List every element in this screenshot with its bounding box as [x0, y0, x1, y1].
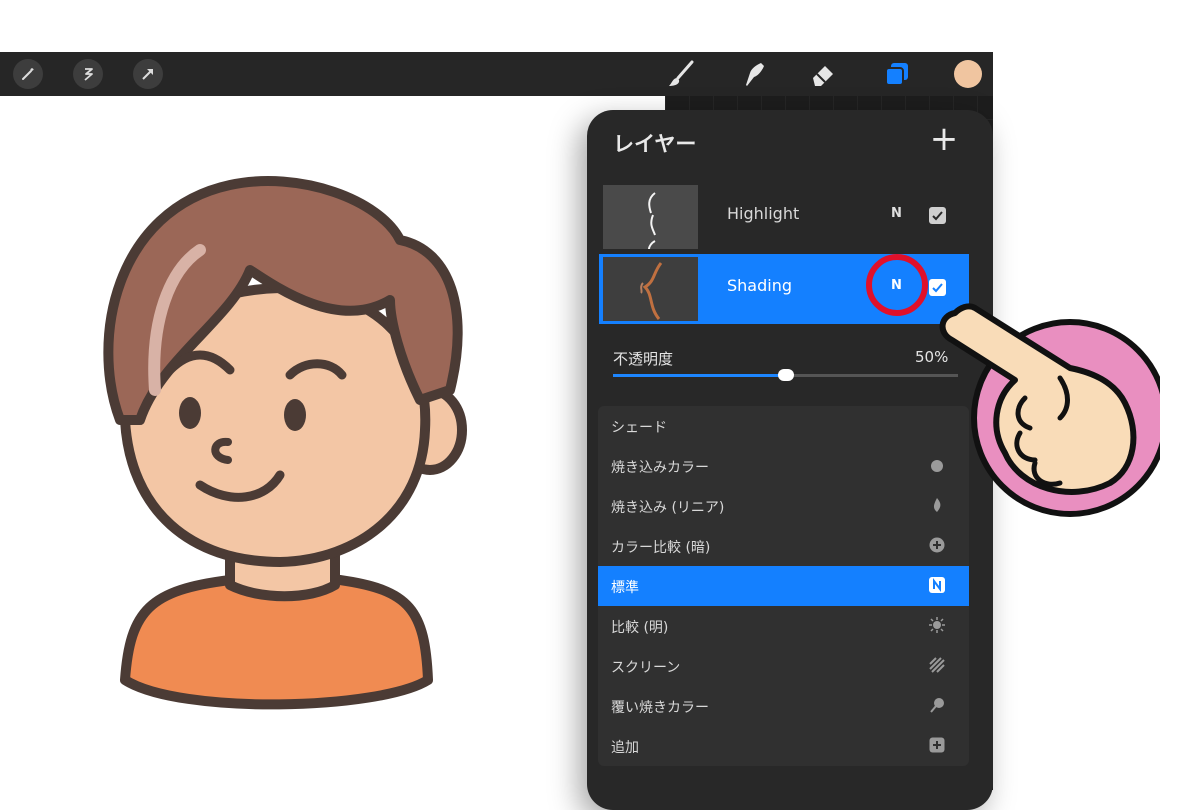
blend-mode-label: 追加 — [611, 740, 639, 756]
blend-mode-item[interactable]: 覆い焼きカラー — [598, 686, 969, 726]
panel-title: レイヤー — [613, 132, 697, 156]
plus-circle-icon — [929, 537, 945, 553]
layer-row-highlight[interactable]: Highlight N — [599, 182, 969, 252]
color-swatch-icon[interactable] — [951, 58, 985, 90]
blend-mode-label: 焼き込みカラー — [611, 460, 709, 476]
selection-icon[interactable] — [73, 59, 103, 89]
opacity-label: 不透明度 — [613, 350, 674, 368]
blend-mode-label: シェード — [611, 420, 667, 436]
blend-mode-list: シェード 焼き込みカラー 焼き込み (リニア) カラー比較 (暗) 標準 比較 … — [598, 406, 969, 766]
blend-mode-item[interactable]: 比較 (明) — [598, 606, 969, 646]
brush-icon[interactable] — [664, 58, 698, 90]
layers-icon[interactable] — [880, 58, 914, 90]
blend-mode-label: 標準 — [611, 580, 639, 596]
lollipop-icon — [930, 698, 944, 713]
plus-square-icon — [929, 737, 945, 753]
blend-mode-label: スクリーン — [611, 660, 681, 676]
annotation-ring — [866, 254, 928, 316]
blend-mode-item-selected[interactable]: 標準 — [598, 566, 969, 606]
blend-mode-item[interactable]: 追加 — [598, 726, 969, 766]
opacity-slider-fill — [613, 374, 786, 377]
layer-thumbnail — [603, 257, 698, 321]
striped-square-icon — [929, 657, 945, 673]
magic-wand-icon[interactable] — [13, 59, 43, 89]
n-badge-icon — [929, 577, 945, 593]
canvas-illustration — [103, 176, 467, 710]
transform-arrow-icon[interactable] — [133, 59, 163, 89]
sun-icon — [929, 617, 945, 633]
blend-mode-label: 比較 (明) — [611, 620, 669, 636]
opacity-slider-knob[interactable] — [777, 369, 794, 381]
plus-icon[interactable]: + — [929, 122, 959, 156]
blend-mode-label: カラー比較 (暗) — [611, 540, 711, 556]
smudge-icon[interactable] — [736, 58, 770, 90]
blend-mode-item[interactable]: スクリーン — [598, 646, 969, 686]
opacity-slider[interactable] — [613, 369, 958, 381]
blend-mode-item[interactable]: 焼き込みカラー — [598, 446, 969, 486]
blend-mode-label: 覆い焼きカラー — [611, 700, 709, 716]
blend-mode-item[interactable]: 焼き込み (リニア) — [598, 486, 969, 526]
pointing-hand-icon — [939, 303, 1160, 517]
layer-name: Shading — [727, 276, 792, 295]
blend-mode-item[interactable]: シェード — [598, 406, 969, 446]
visibility-checkbox[interactable] — [929, 207, 946, 224]
layer-thumbnail — [603, 185, 698, 250]
top-toolbar — [0, 52, 993, 96]
blend-mode-item[interactable]: カラー比較 (暗) — [598, 526, 969, 566]
blend-mode-button[interactable]: N — [891, 206, 902, 221]
blend-mode-label: 焼き込み (リニア) — [611, 500, 725, 516]
eraser-icon[interactable] — [806, 58, 840, 90]
layer-name: Highlight — [727, 204, 800, 223]
